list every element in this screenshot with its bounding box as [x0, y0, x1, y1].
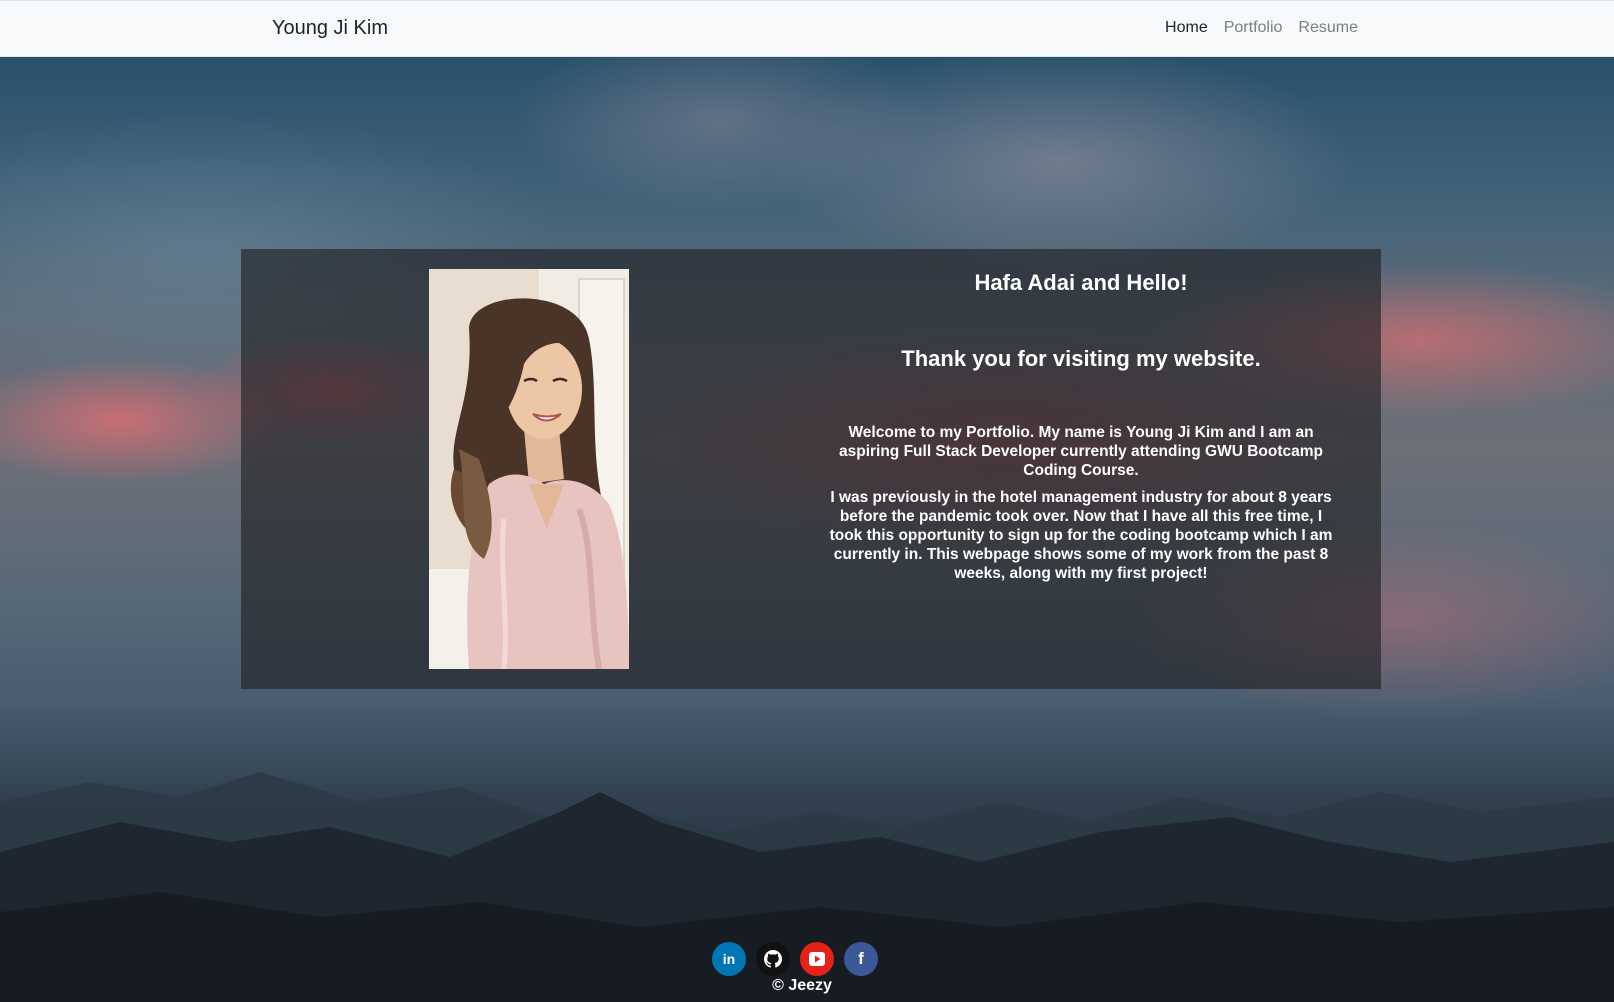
github-glyph	[764, 950, 782, 968]
greeting-heading: Hafa Adai and Hello!	[974, 270, 1188, 295]
navbar: Young Ji Kim Home Portfolio Resume	[0, 0, 1614, 57]
social-links: in f	[0, 942, 1614, 976]
copyright-text: © Jeezy	[772, 977, 832, 994]
nav-link-resume[interactable]: Resume	[1298, 19, 1358, 37]
brand-link[interactable]: Young Ji Kim	[272, 17, 388, 40]
youtube-glyph	[809, 952, 825, 966]
intro-card: Hafa Adai and Hello! Thank you for visit…	[241, 249, 1381, 689]
github-icon[interactable]	[756, 942, 790, 976]
linkedin-icon[interactable]: in	[712, 942, 746, 976]
linkedin-glyph: in	[722, 951, 736, 967]
intro-paragraph-1: Welcome to my Portfolio. My name is Youn…	[838, 424, 1324, 479]
intro-text: Hafa Adai and Hello! Thank you for visit…	[826, 269, 1336, 591]
nav-links: Home Portfolio Resume	[1165, 19, 1358, 37]
footer: in f © Jeezy	[0, 942, 1614, 995]
youtube-icon[interactable]	[800, 942, 834, 976]
profile-photo	[429, 269, 629, 669]
facebook-glyph: f	[858, 949, 864, 968]
thanks-heading: Thank you for visiting my website.	[901, 346, 1261, 371]
nav-link-portfolio[interactable]: Portfolio	[1224, 19, 1283, 37]
nav-link-home[interactable]: Home	[1165, 19, 1208, 37]
intro-paragraph-2: I was previously in the hotel management…	[829, 489, 1333, 582]
facebook-icon[interactable]: f	[844, 942, 878, 976]
